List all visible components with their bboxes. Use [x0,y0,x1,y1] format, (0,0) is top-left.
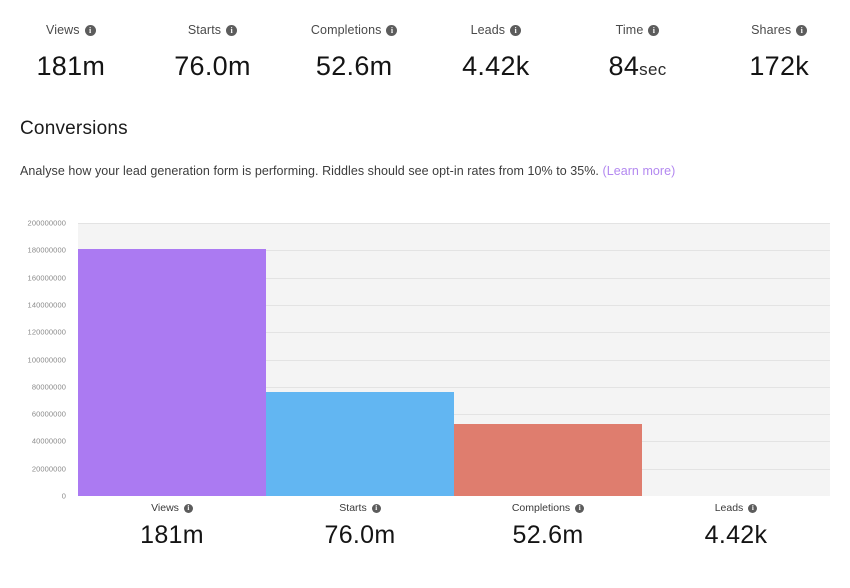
learn-more-link[interactable]: (Learn more) [602,164,675,178]
info-icon[interactable]: i [226,24,238,36]
x-axis-label: Starts [339,502,367,514]
info-icon[interactable]: i [796,24,808,36]
metric-card-shares: Shares i 172k [708,22,850,82]
chart-footer-value: 52.6m [512,521,584,549]
metric-value-number: 52.6m [315,51,393,81]
section-description: Analyse how your lead generation form is… [20,164,830,178]
metric-card-leads: Leads i 4.42k [425,22,567,82]
metric-value: 172k [708,51,850,82]
y-axis-tick-label: 200000000 [27,218,66,228]
y-axis-tick-label: 0 [61,491,66,501]
metric-value-number: 172k [749,51,810,81]
metric-label: Starts [187,23,222,37]
metric-label: Views [46,23,80,37]
conversions-section: Conversions Analyse how your lead genera… [0,118,850,178]
metric-value: 4.42k [425,51,567,82]
y-axis-tick-label: 120000000 [27,327,66,337]
conversions-bar-chart: 200000000 180000000 160000000 140000000 1200… [0,218,850,549]
info-icon[interactable]: i [575,503,585,513]
chart-bar[interactable] [78,248,266,496]
metric-label-row: Views i [0,22,142,38]
chart-bar[interactable] [266,392,454,496]
chart-footer-value: 181m [140,521,204,549]
info-icon[interactable]: i [648,24,660,36]
metric-value-number: 4.42k [462,51,530,81]
chart-footer-values: 181m 76.0m 52.6m 4.42k [78,521,830,550]
metric-value: 181m [0,51,142,82]
section-description-text: Analyse how your lead generation form is… [20,164,603,178]
metric-value-unit: sec [639,60,667,79]
metric-value-number: 181m [36,51,106,81]
chart-footer-value: 4.42k [704,521,768,549]
chart-x-axis-labels: Views i Starts i Completions i Leads i [78,499,830,517]
chart-bar[interactable] [454,424,642,496]
x-axis-label-cell: Leads i [642,499,830,517]
metric-value: 52.6m [283,51,425,82]
x-axis-label: Views [151,502,179,514]
y-axis-tick-label: 80000000 [31,382,66,392]
y-axis-tick-label: 180000000 [27,245,66,255]
y-axis-tick-label: 160000000 [27,273,66,283]
y-axis-tick-label: 40000000 [31,436,66,446]
chart-plot-area [78,223,830,496]
metric-card-completions: Completions i 52.6m [283,22,425,82]
metric-label-row: Leads i [425,22,567,38]
chart-bars [78,223,830,496]
y-axis-tick-label: 100000000 [27,355,66,364]
info-icon[interactable]: i [84,24,96,36]
metric-card-starts: Starts i 76.0m [142,22,284,82]
chart-footer-value: 76.0m [324,521,396,549]
metric-label: Leads [470,23,506,37]
x-axis-label: Leads [714,502,744,514]
metric-label-row: Completions i [283,22,425,38]
metric-label: Time [615,23,644,37]
x-axis-label-cell: Starts i [266,499,454,517]
metric-value: 84sec [567,51,709,82]
metric-label-row: Time i [567,22,709,38]
metric-value-number: 84 [608,51,640,81]
metric-value: 76.0m [142,51,284,82]
info-icon[interactable]: i [748,503,758,513]
chart-y-axis: 200000000 180000000 160000000 140000000 1200… [0,218,72,501]
metric-label-row: Starts i [142,22,284,38]
metric-label: Shares [751,23,792,37]
x-axis-label: Completions [511,502,571,514]
metric-card-views: Views i 181m [0,22,142,82]
info-icon[interactable]: i [510,24,522,36]
metrics-summary-row: Views i 181m Starts i 76.0m Completions … [0,0,850,82]
y-axis-tick-label: 140000000 [27,300,66,310]
y-axis-tick-label: 20000000 [31,464,66,474]
metric-card-time: Time i 84sec [567,22,709,82]
metric-label: Completions [310,23,382,37]
x-axis-label-cell: Views i [78,499,266,517]
metric-label-row: Shares i [708,22,850,38]
info-icon[interactable]: i [183,503,193,513]
info-icon[interactable]: i [371,503,381,513]
info-icon[interactable]: i [386,24,398,36]
x-axis-label-cell: Completions i [454,499,642,517]
metric-value-number: 76.0m [174,51,251,81]
page-title: Conversions [20,118,128,139]
y-axis-tick-label: 60000000 [31,409,66,419]
